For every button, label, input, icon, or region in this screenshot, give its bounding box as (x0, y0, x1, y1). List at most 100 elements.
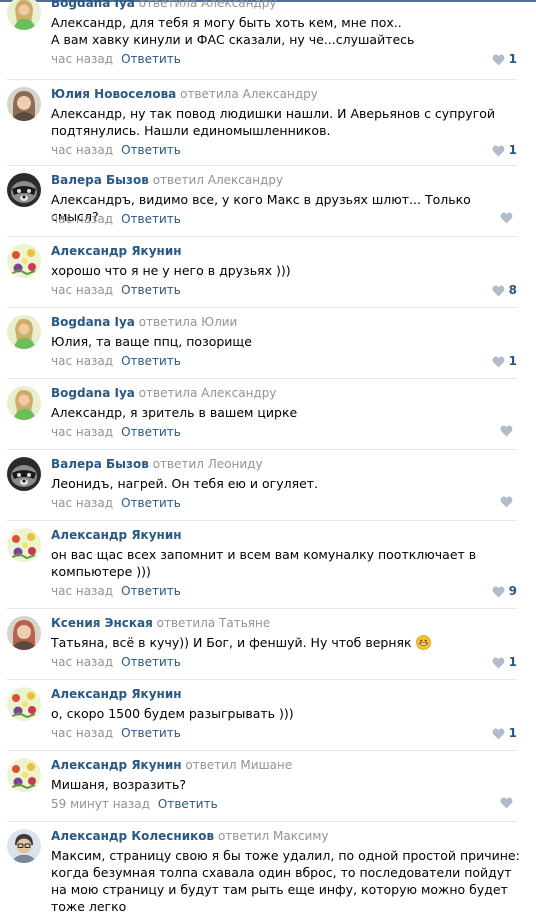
reply-target[interactable]: ответил Мишане (185, 758, 292, 772)
reply-button[interactable]: Ответить (121, 212, 181, 226)
avatar[interactable] (7, 457, 41, 491)
like-button[interactable]: 1 (492, 143, 517, 158)
comment: Александр Якунин он вас щас всех запомни… (0, 528, 536, 618)
comment-separator (7, 236, 517, 237)
comment-text: хорошо что я не у него в друзьях ))) (51, 262, 521, 279)
reply-target[interactable]: ответила Александру (139, 0, 277, 10)
author-name[interactable]: Bogdana Iya (51, 386, 135, 400)
author-name[interactable]: Александр Якунин (51, 758, 182, 772)
comment-time[interactable]: час назад (51, 726, 113, 740)
like-count: 1 (508, 726, 517, 740)
avatar[interactable] (7, 0, 41, 30)
heart-icon (492, 586, 505, 598)
reply-target[interactable]: ответила Татьяне (157, 616, 271, 630)
like-button[interactable] (500, 797, 517, 809)
comment-header: Валера Бызов ответил Леониду (51, 457, 263, 472)
avatar[interactable] (7, 528, 41, 562)
comment-meta: час назад Ответить (51, 655, 181, 670)
author-name[interactable]: Валера Бызов (51, 173, 149, 187)
avatar[interactable] (7, 244, 41, 278)
reply-button[interactable]: Ответить (121, 584, 181, 598)
author-name[interactable]: Александр Якунин (51, 244, 182, 258)
comment-time[interactable]: 59 минут назад (51, 797, 150, 811)
avatar[interactable] (7, 616, 41, 650)
avatar[interactable] (7, 758, 41, 792)
avatar[interactable] (7, 315, 41, 349)
like-button[interactable]: 1 (492, 354, 517, 369)
author-name[interactable]: Bogdana Iya (51, 0, 135, 10)
comment-time[interactable]: час назад (51, 354, 113, 368)
comment: Bogdana Iya ответила Александру Александ… (0, 0, 536, 86)
like-count: 1 (508, 655, 517, 669)
like-button[interactable] (500, 425, 517, 437)
comment-time[interactable]: час назад (51, 496, 113, 510)
reply-button[interactable]: Ответить (121, 655, 181, 669)
author-name[interactable]: Александр Якунин (51, 528, 182, 542)
like-button[interactable] (500, 496, 517, 508)
heart-icon (492, 356, 505, 368)
avatar[interactable] (7, 87, 41, 121)
author-name[interactable]: Валера Бызов (51, 457, 149, 471)
reply-target[interactable]: ответила Александру (139, 386, 277, 400)
comment-header: Ксения Энская ответила Татьяне (51, 616, 270, 631)
comment-meta: час назад Ответить (51, 354, 181, 369)
reply-button[interactable]: Ответить (121, 425, 181, 439)
comment-header: Александр Колесников ответил Максиму (51, 829, 329, 844)
comment-time[interactable]: час назад (51, 143, 113, 157)
reply-target[interactable]: ответил Леониду (153, 457, 263, 471)
reply-button[interactable]: Ответить (121, 52, 181, 66)
reply-button[interactable]: Ответить (121, 726, 181, 740)
comment-text-content: Александр, для тебя я могу быть хоть кем… (51, 15, 415, 47)
comment-text-content: Татьяна, всё в кучу)) И Бог, и феншуй. Н… (51, 635, 412, 650)
comment-text: Максим, страницу свою я бы тоже удалил, … (51, 847, 521, 915)
author-name[interactable]: Ксения Энская (51, 616, 153, 630)
comment-text-content: Александр, я зритель в вашем цирке (51, 405, 298, 420)
like-count: 1 (508, 52, 517, 66)
comment-meta: час назад Ответить (51, 496, 181, 511)
avatar[interactable] (7, 687, 41, 721)
author-name[interactable]: Александр Колесников (51, 829, 214, 843)
like-button[interactable] (500, 212, 517, 224)
heart-icon (492, 657, 505, 669)
author-name[interactable]: Bogdana Iya (51, 315, 135, 329)
comment-text: Мишаня, возразить? (51, 776, 521, 793)
reply-button[interactable]: Ответить (158, 797, 218, 811)
comment-text: он вас щас всех запомнит и всем вам кому… (51, 546, 521, 580)
comment-meta: час назад Ответить (51, 52, 181, 67)
reply-target[interactable]: ответила Юлии (139, 315, 238, 329)
comment-separator (7, 821, 517, 822)
reply-target[interactable]: ответил Максиму (218, 829, 329, 843)
avatar[interactable] (7, 829, 41, 863)
comment-time[interactable]: час назад (51, 52, 113, 66)
comment-time[interactable]: час назад (51, 425, 113, 439)
author-name[interactable]: Юлия Новоселова (51, 87, 176, 101)
like-count: 9 (508, 584, 517, 598)
comment-meta: час назад Ответить (51, 283, 181, 298)
reply-target[interactable]: ответила Александру (180, 87, 318, 101)
reply-button[interactable]: Ответить (121, 496, 181, 510)
comment-text: Александр, для тебя я могу быть хоть кем… (51, 14, 521, 48)
author-name[interactable]: Александр Якунин (51, 687, 182, 701)
reply-button[interactable]: Ответить (121, 354, 181, 368)
like-button[interactable]: 1 (492, 655, 517, 670)
comment-time[interactable]: час назад (51, 283, 113, 297)
heart-icon (500, 425, 513, 437)
like-button[interactable]: 1 (492, 52, 517, 67)
avatar[interactable] (7, 386, 41, 420)
comment-meta: час назад Ответить (51, 726, 181, 741)
reply-target[interactable]: ответил Александру (153, 173, 283, 187)
comment-time[interactable]: час назад (51, 584, 113, 598)
comment-text-content: хорошо что я не у него в друзьях ))) (51, 263, 291, 278)
avatar[interactable] (7, 173, 41, 207)
like-button[interactable]: 8 (492, 283, 517, 298)
comment-header: Юлия Новоселова ответила Александру (51, 87, 318, 102)
comment-meta: час назад Ответить (51, 425, 181, 440)
like-button[interactable]: 9 (492, 584, 517, 599)
comment-header: Александр Якунин ответил Мишане (51, 758, 292, 773)
comment-time[interactable]: час назад (51, 212, 113, 226)
reply-button[interactable]: Ответить (121, 283, 181, 297)
like-button[interactable]: 1 (492, 726, 517, 741)
comment-text: Татьяна, всё в кучу)) И Бог, и феншуй. Н… (51, 634, 521, 654)
comment-time[interactable]: час назад (51, 655, 113, 669)
reply-button[interactable]: Ответить (121, 143, 181, 157)
